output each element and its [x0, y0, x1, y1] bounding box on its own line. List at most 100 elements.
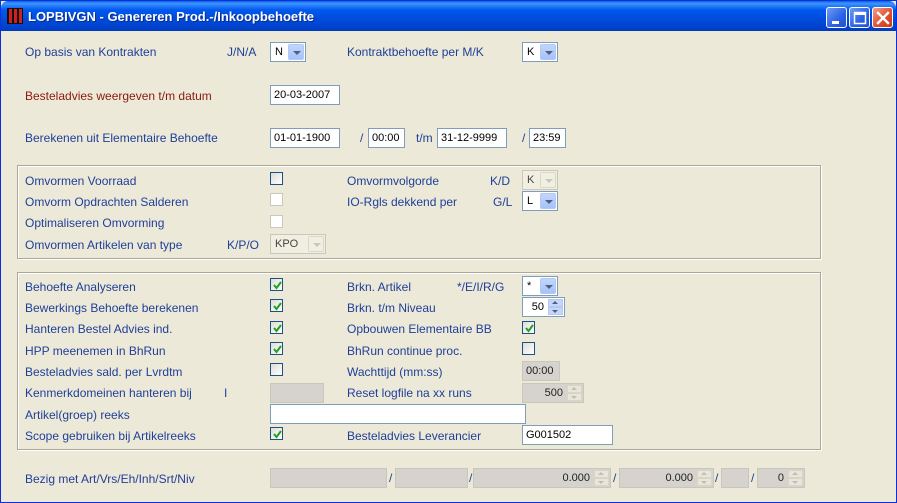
spin-up-icon	[594, 470, 609, 478]
reeks-input[interactable]	[270, 404, 526, 424]
iorgls-select[interactable]: L	[522, 191, 558, 211]
besteladvies-label: Besteladvies weergeven t/m datum	[25, 89, 212, 103]
analyseren-checkbox[interactable]	[270, 278, 283, 291]
opdrachten-checkbox[interactable]	[270, 193, 283, 206]
from-date-input[interactable]: 01-01-1900	[270, 128, 340, 148]
minimize-button[interactable]	[826, 7, 847, 28]
brkn-niveau-label: Brkn. t/m Niveau	[347, 301, 436, 315]
kenmerk-hint: I	[224, 386, 228, 400]
continue-label: BhRun continue proc.	[347, 344, 463, 358]
hpp-checkbox[interactable]	[270, 342, 283, 355]
spin-down-icon	[594, 478, 609, 486]
maximize-icon	[853, 11, 867, 25]
checkmark-icon	[273, 345, 282, 354]
bewerkings-checkbox[interactable]	[270, 299, 283, 312]
app-icon	[7, 8, 23, 24]
omvormvolgorde-hint: K/D	[490, 174, 511, 188]
hpp-label: HPP meenemen in BhRun	[25, 344, 166, 358]
spin-down-icon[interactable]	[567, 393, 582, 401]
chevron-down-icon[interactable]	[540, 44, 556, 60]
iorgls-label: IO-Rgls dekkend per	[347, 195, 458, 209]
checkmark-icon	[525, 324, 534, 333]
main-window: LOPBIVGN - Genereren Prod.-/Inkoopbehoef…	[0, 0, 897, 503]
brkn-artikel-label: Brkn. Artikel	[347, 280, 412, 294]
spin-up-icon[interactable]	[548, 299, 563, 307]
leverancier-input[interactable]: G001502	[522, 425, 613, 445]
voorraad-checkbox[interactable]	[270, 172, 283, 185]
voorraad-label: Omvormen Voorraad	[25, 174, 137, 188]
checkmark-icon	[273, 430, 282, 439]
continue-checkbox[interactable]	[522, 342, 535, 355]
to-time-input[interactable]: 23:59	[529, 128, 566, 148]
spin-up-icon	[697, 470, 712, 478]
checkmark-icon	[273, 281, 282, 290]
brkn-niveau-stepper[interactable]: 50	[522, 297, 565, 317]
window-title: LOPBIVGN - Genereren Prod.-/Inkoopbehoef…	[28, 9, 315, 24]
bezig-versie-field	[395, 468, 468, 488]
opdrachten-label: Omvorm Opdrachten Salderen	[25, 195, 189, 209]
kontrakten-label: Op basis van Kontrakten	[25, 45, 157, 59]
chevron-down-icon[interactable]	[308, 236, 324, 252]
from-time-input[interactable]: 00:00	[368, 128, 405, 148]
bewerkings-label: Bewerkings Behoefte berekenen	[25, 301, 199, 315]
reset-stepper[interactable]: 500	[522, 383, 584, 403]
bezig-niveau-stepper: 0	[757, 468, 805, 488]
scope-checkbox[interactable]	[270, 427, 283, 440]
maximize-button[interactable]	[849, 7, 870, 28]
brkn-artikel-hint: */E/I/R/G	[457, 280, 505, 294]
spin-down-icon	[788, 478, 803, 486]
reset-label: Reset logfile na xx runs	[347, 386, 472, 400]
minimize-icon	[832, 21, 839, 24]
kenmerk-label: Kenmerkdomeinen hanteren bij	[25, 386, 192, 400]
bezig-eenheid-stepper: 0.000	[473, 468, 611, 488]
spin-down-icon	[697, 478, 712, 486]
artikelen-type-label: Omvormen Artikelen van type	[25, 238, 183, 252]
bezig-inhoud-stepper: 0.000	[619, 468, 714, 488]
chevron-down-icon[interactable]	[540, 172, 556, 188]
to-date-input[interactable]: 31-12-9999	[437, 128, 507, 148]
tm-label: t/m	[416, 131, 433, 145]
spin-up-icon[interactable]	[567, 385, 582, 393]
checkmark-icon	[273, 302, 282, 311]
analyseren-label: Behoefte Analyseren	[25, 280, 136, 294]
iorgls-hint: G/L	[493, 195, 513, 209]
leverancier-label: Besteladvies Leverancier	[347, 429, 482, 443]
wachttijd-label: Wachttijd (mm:ss)	[347, 365, 443, 379]
artikelen-type-select[interactable]: KPO	[270, 234, 326, 254]
bezig-artikel-field	[270, 468, 387, 488]
sald-checkbox[interactable]	[270, 363, 283, 376]
title-bar[interactable]: LOPBIVGN - Genereren Prod.-/Inkoopbehoef…	[1, 1, 896, 31]
hanteren-label: Hanteren Bestel Advies ind.	[25, 322, 173, 336]
close-button[interactable]	[872, 7, 893, 28]
kontrakten-select[interactable]: N	[270, 42, 306, 62]
omvormvolgorde-label: Omvormvolgorde	[347, 174, 440, 188]
opbouwen-label: Opbouwen Elementaire BB	[347, 322, 492, 336]
brkn-artikel-select[interactable]: *	[522, 276, 558, 296]
kontraktbehoefte-label: Kontraktbehoefte per M/K	[347, 45, 484, 59]
kontrakten-hint: J/N/A	[227, 45, 257, 59]
bezig-label: Bezig met Art/Vrs/Eh/Inh/Srt/Niv	[25, 472, 195, 486]
checkmark-icon	[273, 324, 282, 333]
omvormvolgorde-select[interactable]: K	[522, 170, 558, 190]
chevron-down-icon[interactable]	[540, 193, 556, 209]
sald-label: Besteladvies sald. per Lvrdtm	[25, 365, 183, 379]
berekenen-label: Berekenen uit Elementaire Behoefte	[25, 131, 218, 145]
chevron-down-icon[interactable]	[288, 44, 304, 60]
optimaliseren-checkbox[interactable]	[270, 215, 283, 228]
kontraktbehoefte-select[interactable]: K	[522, 42, 558, 62]
close-icon	[876, 11, 890, 25]
spin-down-icon[interactable]	[548, 307, 563, 315]
scope-label: Scope gebruiken bij Artikelreeks	[25, 429, 196, 443]
form-area: Op basis van Kontrakten J/N/A N Kontrakt…	[5, 31, 892, 500]
artikelen-type-hint: K/P/O	[227, 238, 260, 252]
kenmerk-input[interactable]	[270, 383, 324, 403]
chevron-down-icon[interactable]	[540, 278, 556, 294]
optimaliseren-label: Optimaliseren Omvorming	[25, 216, 165, 230]
spin-up-icon	[788, 470, 803, 478]
reeks-label: Artikel(groep) reeks	[25, 408, 130, 422]
wachttijd-input[interactable]: 00:00	[522, 361, 560, 381]
bezig-soort-field	[721, 468, 749, 488]
besteladvies-date-input[interactable]: 20-03-2007	[270, 85, 340, 105]
hanteren-checkbox[interactable]	[270, 321, 283, 334]
opbouwen-checkbox[interactable]	[522, 321, 535, 334]
